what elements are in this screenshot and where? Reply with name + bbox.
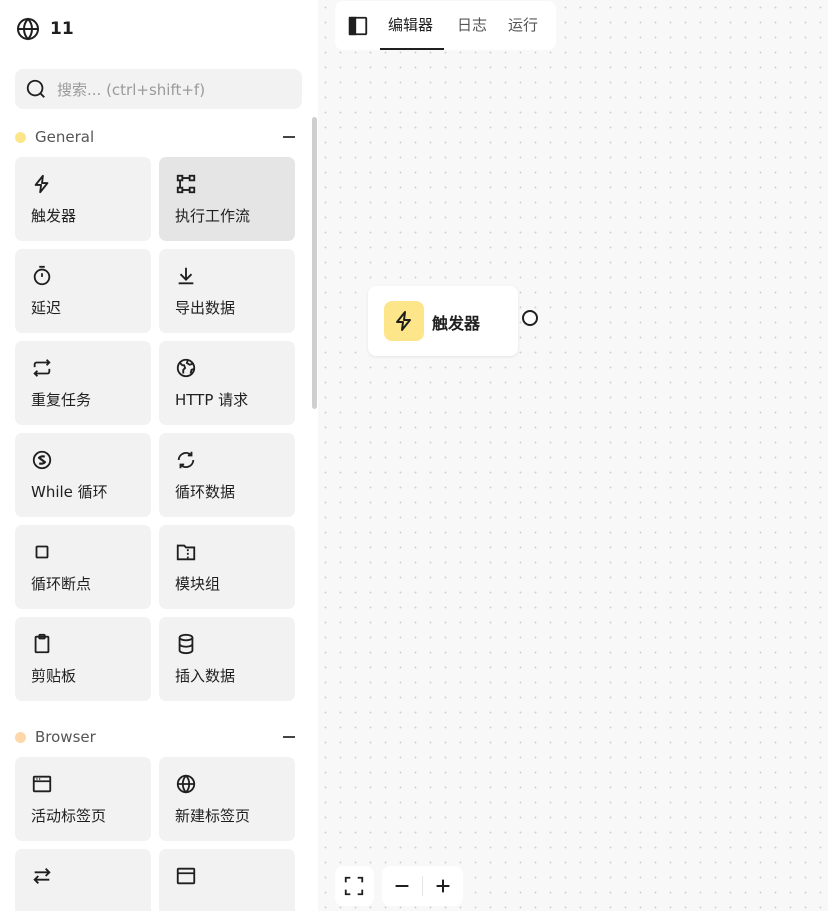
block-loop-data[interactable]: 循环数据 (159, 433, 295, 517)
plus-icon[interactable] (432, 875, 454, 897)
block-execute-workflow[interactable]: 执行工作流 (159, 157, 295, 241)
block-active-tab[interactable]: 活动标签页 (15, 757, 151, 841)
tab-running[interactable]: 运行 (508, 14, 538, 35)
search-placeholder: 搜索... (ctrl+shift+f) (57, 80, 206, 99)
sidebar-scrollbar[interactable] (312, 117, 317, 409)
block-browser-window[interactable] (159, 849, 295, 911)
block-label: While 循环 (31, 483, 108, 501)
block-new-tab[interactable]: 新建标签页 (159, 757, 295, 841)
zoom-controls (382, 866, 463, 906)
while-loop-icon (32, 450, 52, 470)
block-trigger[interactable]: 触发器 (15, 157, 151, 241)
refresh-icon (177, 451, 195, 469)
block-export-data[interactable]: 导出数据 (159, 249, 295, 333)
category-color-dot (15, 131, 26, 143)
block-module-group[interactable]: 模块组 (159, 525, 295, 609)
repeat-icon (33, 359, 51, 377)
category-name: General (35, 128, 95, 146)
block-switch-tab[interactable] (15, 849, 151, 911)
fullscreen-icon[interactable] (343, 875, 365, 897)
zoom-divider (422, 876, 423, 896)
sidebar: 11 搜索... (ctrl+shift+f) General 触发器 执行工作… (0, 0, 318, 911)
block-label: 延迟 (31, 299, 62, 317)
block-label: 模块组 (175, 575, 221, 593)
block-label: 循环数据 (175, 483, 236, 501)
block-label: 执行工作流 (175, 207, 251, 225)
workflow-header: 11 (16, 16, 74, 42)
sidebar-toggle-icon[interactable] (347, 15, 369, 37)
block-label: 插入数据 (175, 667, 236, 685)
block-label: HTTP 请求 (175, 391, 249, 409)
browser-window-icon (176, 867, 196, 885)
block-label: 触发器 (31, 207, 77, 225)
collapse-icon[interactable] (283, 136, 295, 138)
category-name: Browser (35, 728, 96, 746)
switch-arrows-icon (33, 868, 51, 884)
stop-icon (35, 545, 49, 559)
block-label: 新建标签页 (175, 807, 251, 825)
search-icon (26, 79, 45, 98)
category-color-dot (15, 731, 26, 743)
download-icon (178, 267, 194, 285)
category-header-general[interactable]: General (15, 127, 295, 147)
block-delay[interactable]: 延迟 (15, 249, 151, 333)
block-label: 重复任务 (31, 391, 92, 409)
lightning-icon (396, 311, 411, 331)
globe-icon (176, 774, 196, 794)
search-input[interactable]: 搜索... (ctrl+shift+f) (15, 69, 302, 109)
block-label: 剪贴板 (31, 667, 77, 685)
block-http-request[interactable]: HTTP 请求 (159, 341, 295, 425)
block-label: 导出数据 (175, 299, 236, 317)
tab-logs[interactable]: 日志 (457, 14, 487, 35)
block-while-loop[interactable]: While 循环 (15, 433, 151, 517)
category-header-browser[interactable]: Browser (15, 727, 295, 747)
block-label: 活动标签页 (31, 807, 107, 825)
minus-icon[interactable] (391, 875, 413, 897)
database-icon (178, 633, 194, 655)
block-label: 循环断点 (31, 575, 92, 593)
node-label: 触发器 (432, 314, 481, 333)
node-output-handle[interactable] (522, 310, 538, 326)
workflow-canvas[interactable] (318, 0, 828, 911)
timer-icon (33, 265, 51, 286)
flow-icon (176, 174, 196, 194)
editor-tabs: 编辑器 日志 运行 (335, 1, 556, 50)
lightning-icon (34, 174, 49, 194)
earth-icon (176, 358, 196, 378)
globe-icon (17, 17, 39, 41)
folder-zip-icon (176, 544, 196, 561)
workflow-name: 11 (50, 19, 74, 39)
node-icon-badge (384, 301, 424, 341)
block-loop-breakpoint[interactable]: 循环断点 (15, 525, 151, 609)
window-icon (32, 775, 52, 793)
active-tab-indicator (380, 48, 444, 50)
block-insert-data[interactable]: 插入数据 (159, 617, 295, 701)
collapse-icon[interactable] (283, 736, 295, 738)
trigger-node[interactable]: 触发器 (368, 286, 518, 356)
block-clipboard[interactable]: 剪贴板 (15, 617, 151, 701)
fullscreen-control (335, 866, 374, 906)
clipboard-icon (34, 633, 50, 654)
tab-editor[interactable]: 编辑器 (388, 14, 433, 35)
block-repeat-task[interactable]: 重复任务 (15, 341, 151, 425)
